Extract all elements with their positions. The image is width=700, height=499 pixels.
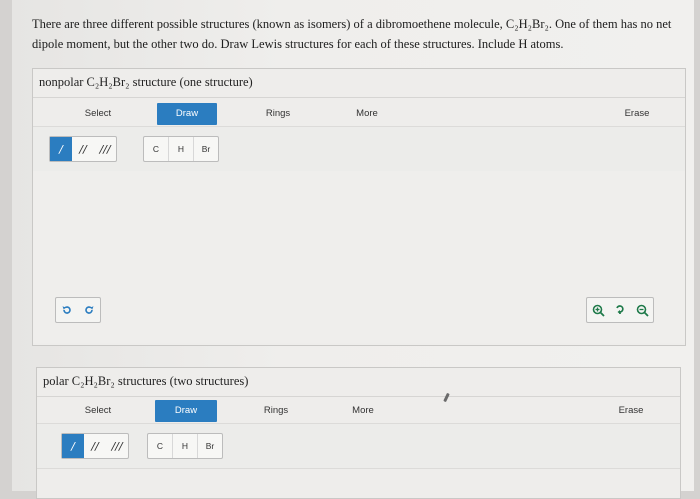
single-bond-button[interactable]: / xyxy=(50,137,72,161)
erase-button[interactable]: Erase xyxy=(611,400,651,422)
zoom-in-icon[interactable] xyxy=(587,298,609,322)
carbon-atom-button[interactable]: C xyxy=(144,137,168,161)
more-tab[interactable]: More xyxy=(347,103,387,125)
draw-tab[interactable]: Draw xyxy=(157,103,217,125)
zoom-buttons xyxy=(586,297,654,323)
zoom-out-icon[interactable] xyxy=(631,298,653,322)
polar-structures-panel: polar C₂H₂Br₂ structures (two structures… xyxy=(36,367,681,499)
question-text: There are three different possible struc… xyxy=(32,17,672,51)
double-bond-button[interactable]: // xyxy=(72,137,94,161)
bromine-atom-button[interactable]: Br xyxy=(197,434,222,458)
select-tab[interactable]: Select xyxy=(73,103,123,125)
history-buttons xyxy=(55,297,101,323)
rings-tab[interactable]: Rings xyxy=(255,103,301,125)
erase-button[interactable]: Erase xyxy=(617,103,657,125)
rings-tab[interactable]: Rings xyxy=(253,400,299,422)
carbon-atom-button[interactable]: C xyxy=(148,434,172,458)
select-tab[interactable]: Select xyxy=(73,400,123,422)
nonpolar-structure-panel: nonpolar C₂H₂Br₂ structure (one structur… xyxy=(32,68,686,346)
bond-buttons: / // /// xyxy=(49,136,117,162)
atom-buttons: C H Br xyxy=(143,136,219,162)
title-divider xyxy=(33,97,685,98)
polar-panel-title: polar C₂H₂Br₂ structures (two structures… xyxy=(43,374,249,388)
more-tab[interactable]: More xyxy=(343,400,383,422)
undo-icon[interactable] xyxy=(56,298,78,322)
double-bond-button[interactable]: // xyxy=(84,434,106,458)
tool-row: / // /// C H Br xyxy=(37,423,680,469)
atom-buttons: C H Br xyxy=(147,433,223,459)
question-page: There are three different possible struc… xyxy=(12,0,694,499)
drawing-toolbar: Select Draw Rings More Erase xyxy=(37,400,680,422)
bond-buttons: / // /// xyxy=(61,433,129,459)
title-divider xyxy=(37,396,680,397)
triple-bond-button[interactable]: /// xyxy=(94,137,116,161)
draw-tab[interactable]: Draw xyxy=(155,400,217,422)
tool-row: / // /// C H Br xyxy=(33,126,685,172)
hydrogen-atom-button[interactable]: H xyxy=(172,434,197,458)
hydrogen-atom-button[interactable]: H xyxy=(168,137,193,161)
drawing-toolbar: Select Draw Rings More Erase xyxy=(33,103,685,125)
single-bond-button[interactable]: / xyxy=(62,434,84,458)
bromine-atom-button[interactable]: Br xyxy=(193,137,218,161)
redo-icon[interactable] xyxy=(78,298,100,322)
triple-bond-button[interactable]: /// xyxy=(106,434,128,458)
reset-zoom-icon[interactable] xyxy=(609,298,631,322)
nonpolar-panel-title: nonpolar C₂H₂Br₂ structure (one structur… xyxy=(39,75,253,89)
